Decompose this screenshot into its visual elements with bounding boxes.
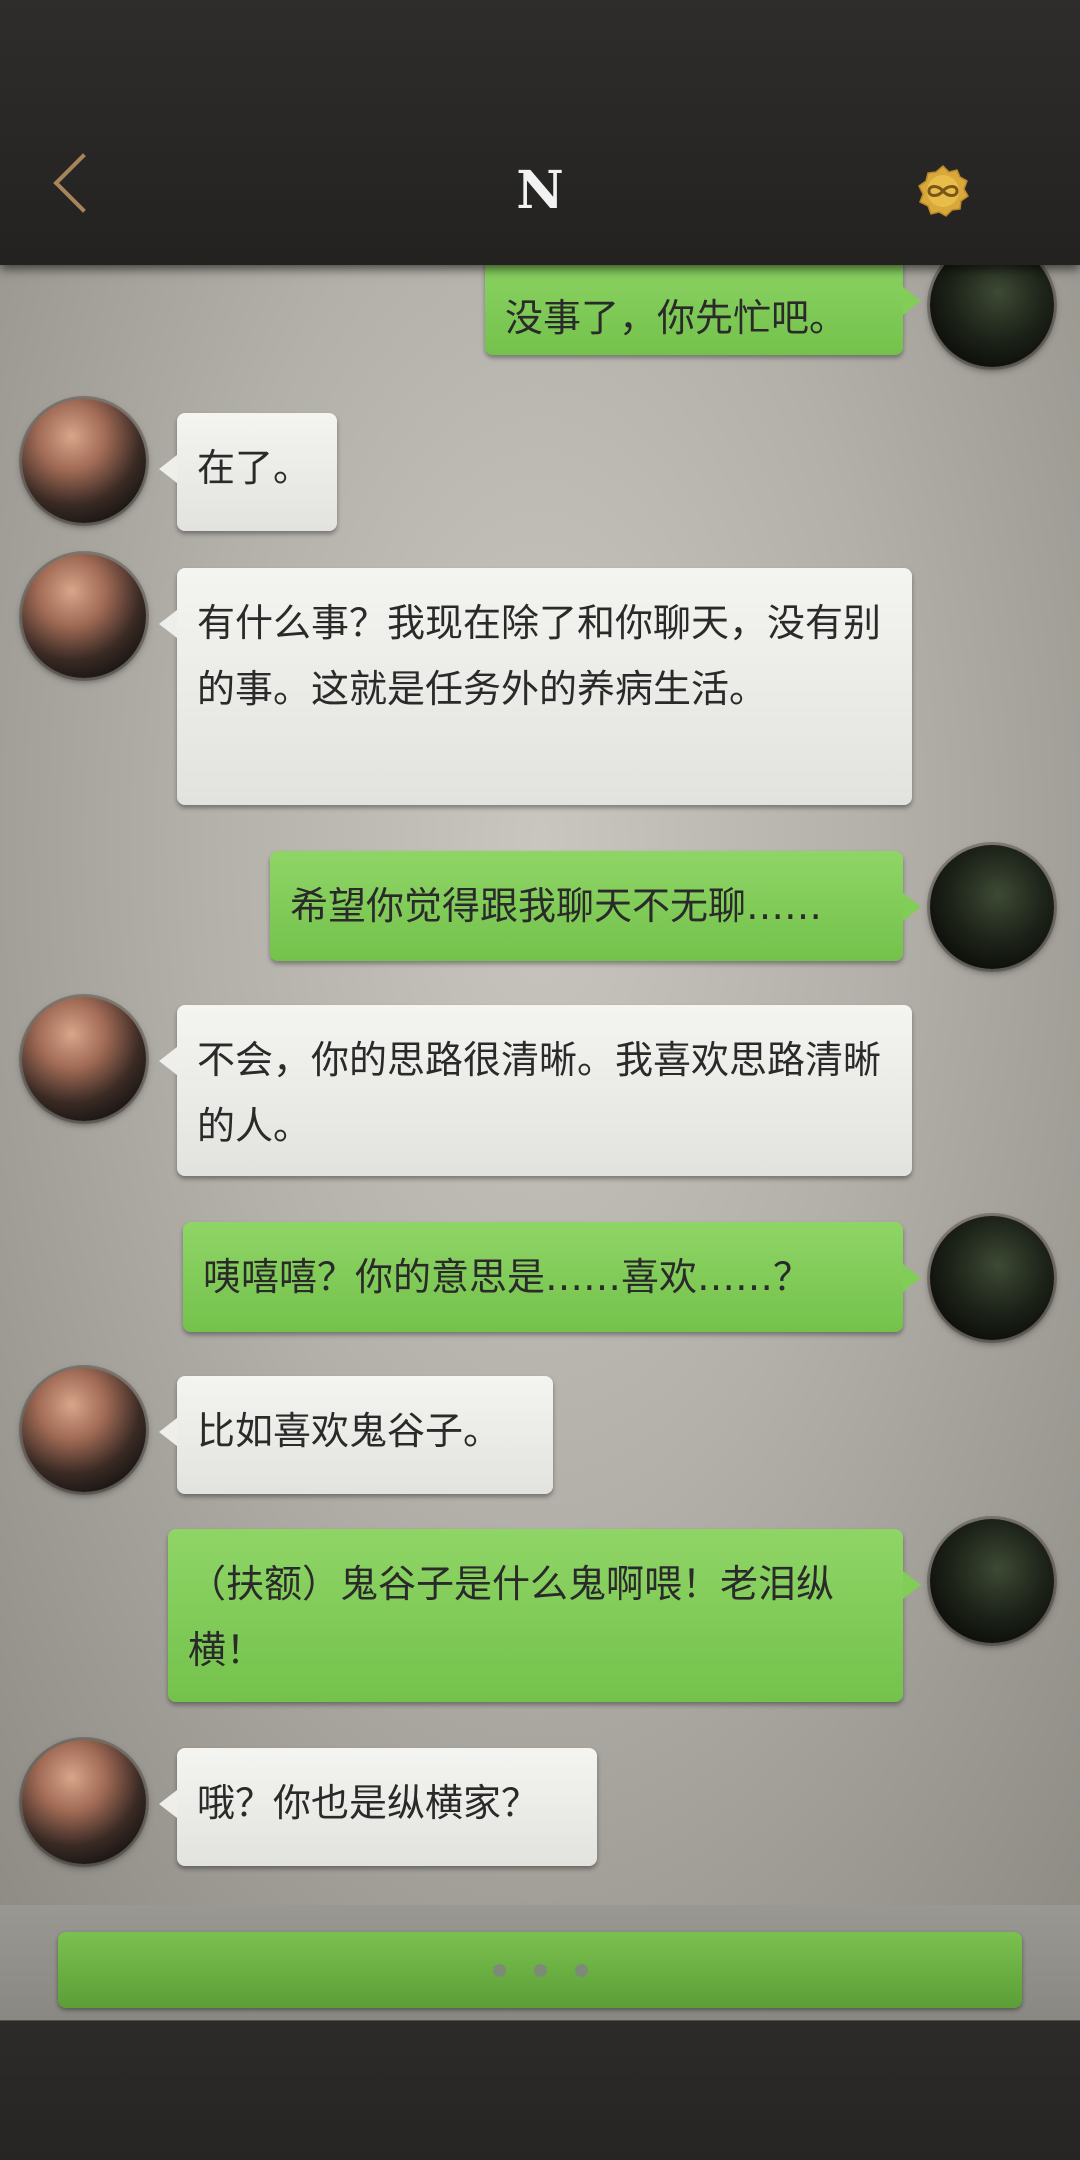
infinity-badge-icon[interactable] xyxy=(916,164,970,218)
reply-options-button[interactable] xyxy=(58,1932,1022,2008)
message-bubble-sent: 没事了，你先忙吧。 xyxy=(485,265,921,355)
message-bubble-received: 在了。 xyxy=(159,413,337,531)
typing-dot xyxy=(492,1963,506,1977)
typing-dot xyxy=(574,1963,588,1977)
contact-avatar[interactable] xyxy=(22,554,146,678)
top-bar: N xyxy=(0,0,1080,265)
contact-avatar[interactable] xyxy=(22,399,146,523)
contact-avatar[interactable] xyxy=(22,997,146,1121)
typing-dot xyxy=(533,1963,547,1977)
message-bubble-received: 有什么事？我现在除了和你聊天，没有别的事。这就是任务外的养病生活。 xyxy=(159,568,912,805)
message-bubble-sent: （扶额）鬼谷子是什么鬼啊喂！老泪纵横！ xyxy=(168,1529,921,1702)
message-bubble-sent: 咦嘻嘻？你的意思是……喜欢……？ xyxy=(183,1222,921,1332)
contact-avatar[interactable] xyxy=(22,1740,146,1864)
message-bubble-received: 不会，你的思路很清晰。我喜欢思路清晰的人。 xyxy=(159,1005,912,1176)
message-bubble-sent: 希望你觉得跟我聊天不无聊…… xyxy=(270,851,921,961)
user-avatar[interactable] xyxy=(930,1519,1054,1643)
user-avatar[interactable] xyxy=(930,845,1054,969)
contact-avatar[interactable] xyxy=(22,1368,146,1492)
chat-area[interactable]: 没事了，你先忙吧。 在了。 有什么事？我现在除了和你聊天，没有别的事。这就是任务… xyxy=(0,265,1080,1905)
user-avatar[interactable] xyxy=(930,1216,1054,1340)
user-avatar[interactable] xyxy=(930,265,1054,367)
message-bubble-received: 哦？你也是纵横家？ xyxy=(159,1748,597,1866)
message-bubble-received: 比如喜欢鬼谷子。 xyxy=(159,1376,553,1494)
